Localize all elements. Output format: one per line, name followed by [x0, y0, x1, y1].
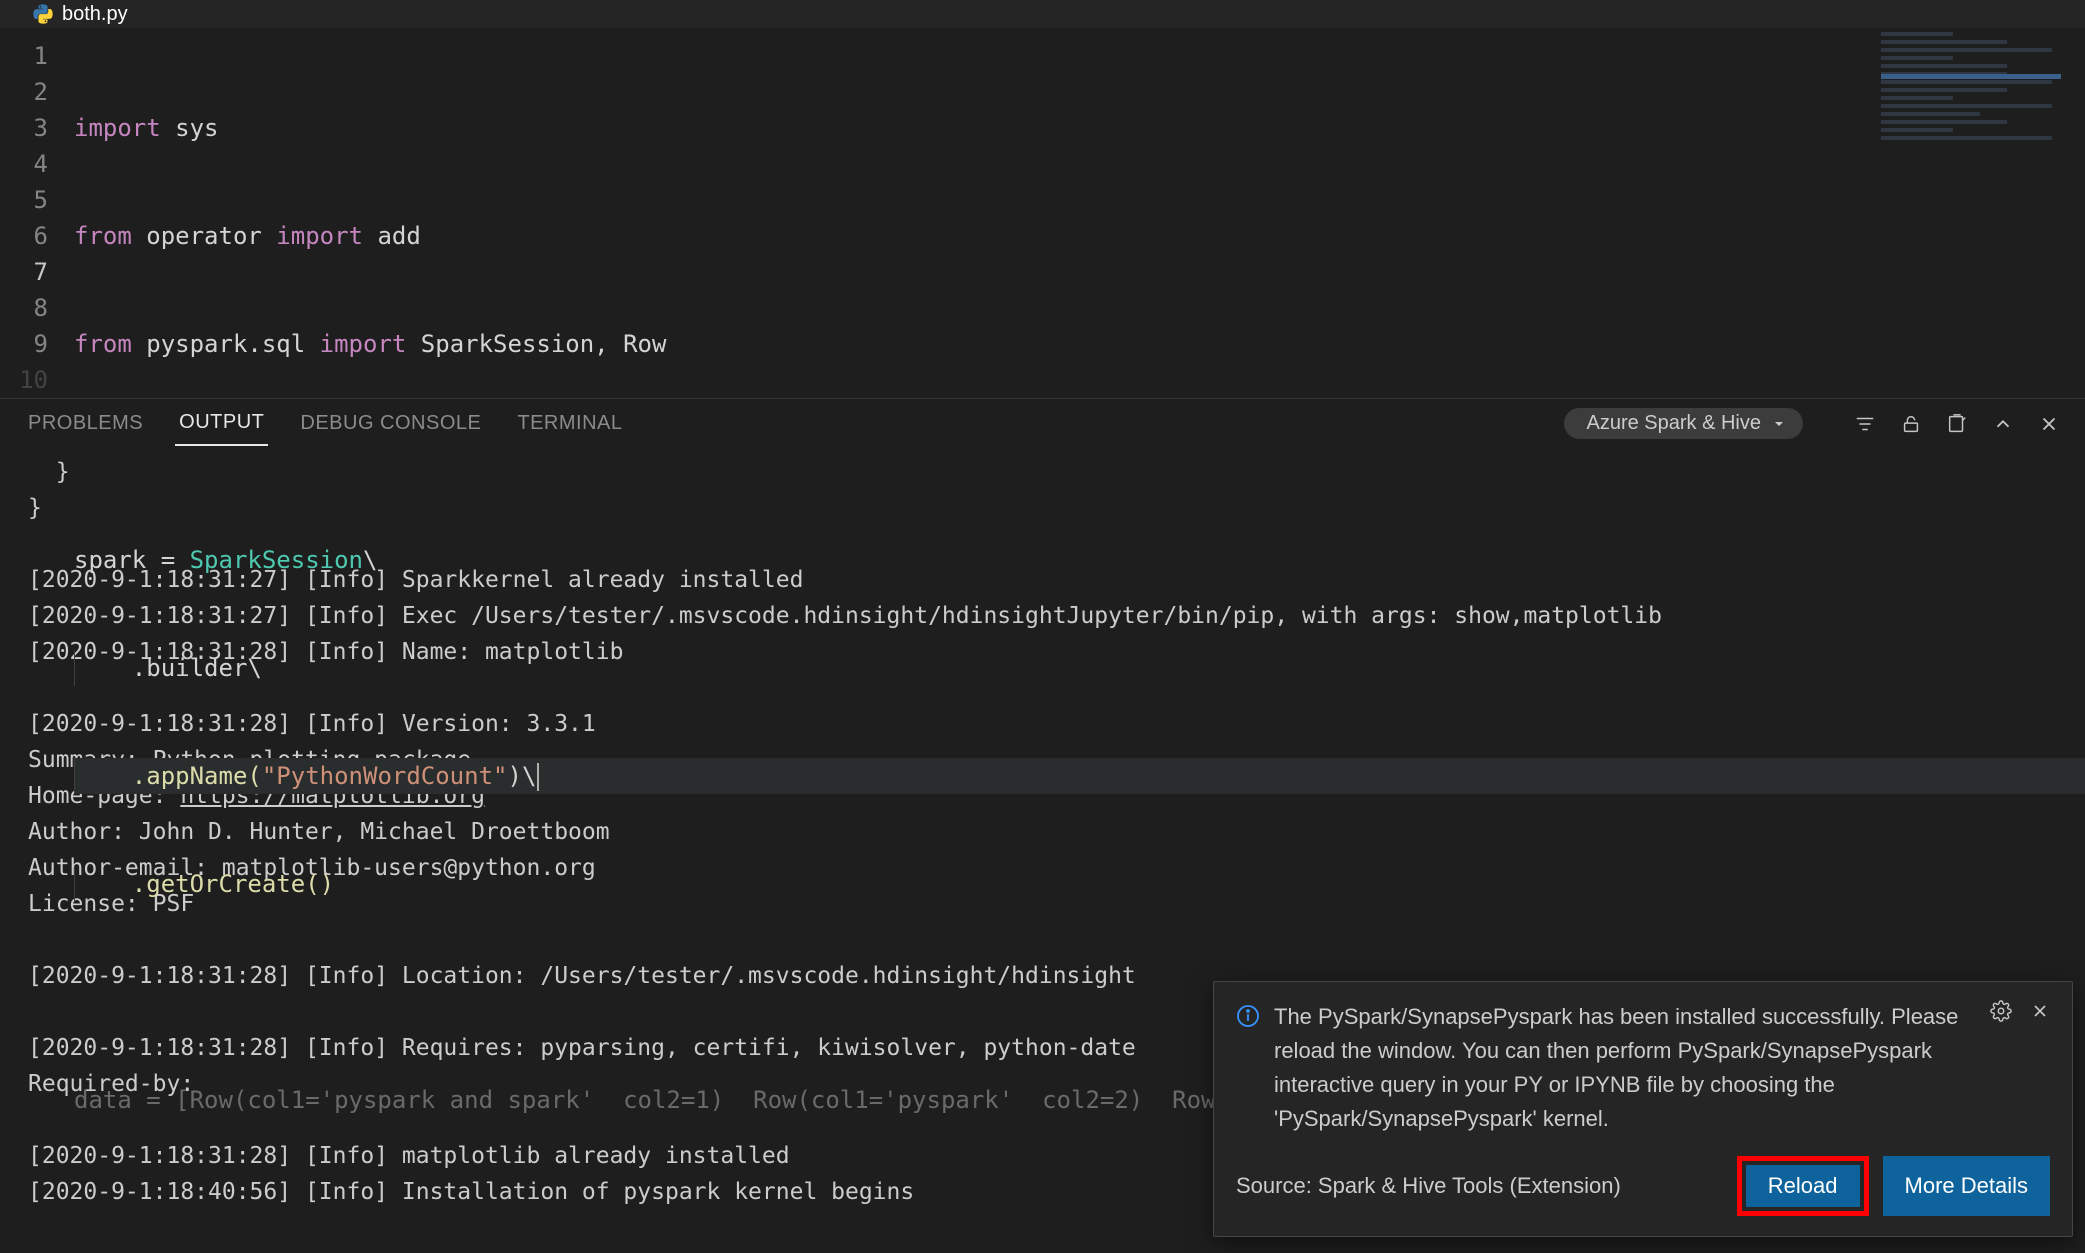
kw-from: from — [74, 330, 132, 358]
line-number: 2 — [0, 74, 48, 110]
reload-button[interactable]: Reload — [1746, 1165, 1860, 1207]
token: add — [363, 222, 421, 250]
tab-both-py[interactable]: both.py — [18, 0, 142, 29]
line-number: 6 — [0, 218, 48, 254]
token-fn: .getOrCreate() — [132, 870, 334, 898]
notification-toast: The PySpark/SynapsePyspark has been inst… — [1213, 981, 2073, 1237]
notification-message: The PySpark/SynapsePyspark has been inst… — [1274, 1000, 1976, 1136]
kw-import: import — [276, 222, 363, 250]
output-channel-label: Azure Spark & Hive — [1586, 412, 1761, 434]
notification-source: Source: Spark & Hive Tools (Extension) — [1236, 1169, 1737, 1203]
token: spark = — [74, 546, 190, 574]
editor-tab-bar: both.py — [0, 0, 2085, 28]
close-icon[interactable] — [2030, 1001, 2050, 1021]
kw-import: import — [74, 114, 161, 142]
kw-from: from — [74, 222, 132, 250]
gear-icon[interactable] — [1990, 1000, 2012, 1022]
line-number: 4 — [0, 146, 48, 182]
line-number: 1 — [0, 38, 48, 74]
chevron-down-icon — [1771, 416, 1787, 432]
tab-label: both.py — [62, 3, 128, 26]
cursor — [537, 763, 539, 791]
minimap[interactable] — [1881, 28, 2061, 178]
output-channel-select[interactable]: Azure Spark & Hive — [1564, 408, 1803, 439]
token-fn: .appName( — [132, 762, 262, 790]
line-number: 8 — [0, 290, 48, 326]
python-file-icon — [32, 3, 54, 25]
code-content[interactable]: import sys from operator import add from… — [74, 28, 2085, 398]
token-str: "PythonWordCount" — [262, 762, 508, 790]
kw-import: import — [320, 330, 407, 358]
code-editor[interactable]: 1 2 3 4 5 6 7 8 9 10 import sys from ope… — [0, 28, 2085, 398]
line-number: 7 — [0, 254, 48, 290]
line-number-gutter: 1 2 3 4 5 6 7 8 9 10 — [0, 28, 74, 398]
token: pyspark.sql — [132, 330, 320, 358]
line-number: 5 — [0, 182, 48, 218]
token: \ — [363, 546, 377, 574]
token: SparkSession, Row — [406, 330, 666, 358]
token: \ — [247, 654, 261, 682]
highlight-box: Reload — [1737, 1156, 1869, 1216]
more-details-button[interactable]: More Details — [1883, 1156, 2050, 1216]
token: .builder — [132, 654, 248, 682]
line-number: 3 — [0, 110, 48, 146]
token: \ — [522, 762, 536, 790]
info-icon — [1236, 1004, 1260, 1028]
token: operator — [132, 222, 277, 250]
line-number: 9 — [0, 326, 48, 362]
token: sys — [161, 114, 219, 142]
token: ) — [507, 762, 521, 790]
token-class: SparkSession — [190, 546, 363, 574]
line-number: 10 — [0, 362, 48, 398]
